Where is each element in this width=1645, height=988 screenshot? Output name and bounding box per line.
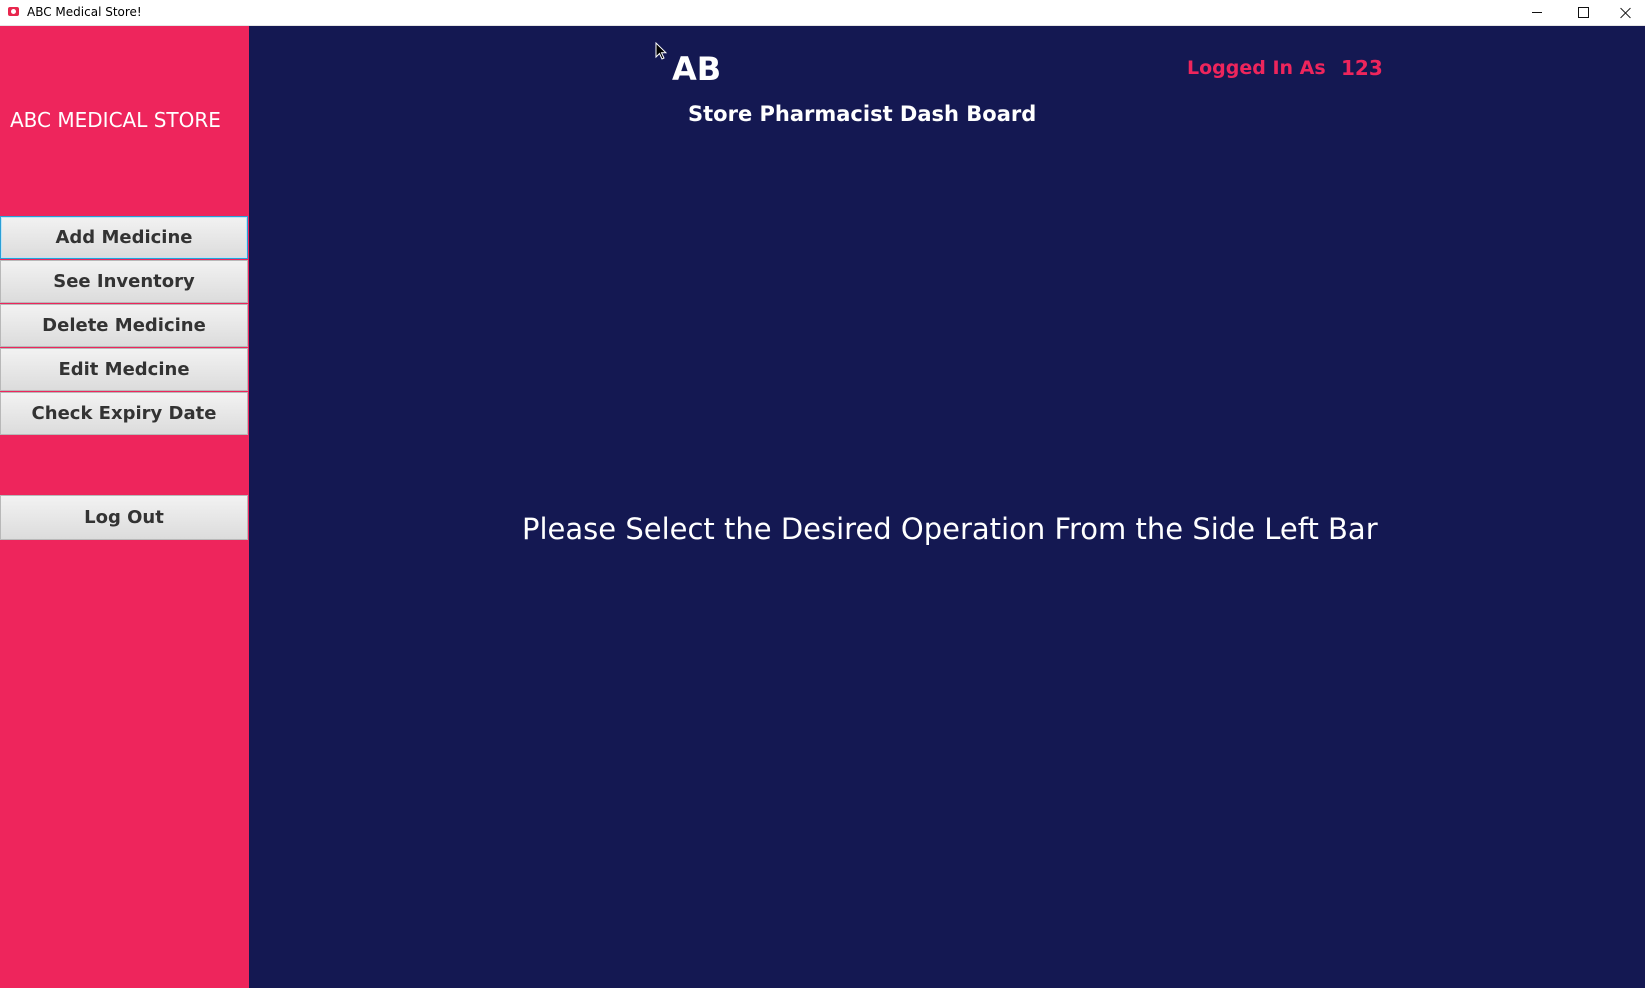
minimize-button[interactable] xyxy=(1514,0,1560,25)
app-icon xyxy=(8,7,19,16)
title-bar[interactable]: ABC Medical Store! xyxy=(0,0,1645,26)
log-out-button[interactable]: Log Out xyxy=(0,495,248,540)
page-title: Store Pharmacist Dash Board xyxy=(688,102,1037,126)
close-icon xyxy=(1620,7,1632,19)
store-initials: AB xyxy=(672,50,722,88)
logged-in-user: 123 xyxy=(1341,56,1383,80)
maximize-icon xyxy=(1577,7,1589,18)
minimize-icon xyxy=(1532,12,1542,13)
edit-medicine-button[interactable]: Edit Medcine xyxy=(0,348,248,391)
logged-in-label: Logged In As xyxy=(1187,57,1326,79)
maximize-button[interactable] xyxy=(1560,0,1606,25)
see-inventory-button[interactable]: See Inventory xyxy=(0,260,248,303)
close-button[interactable] xyxy=(1606,0,1645,25)
window-title: ABC Medical Store! xyxy=(27,5,142,19)
sidebar: ABC MEDICAL STORE Add Medicine See Inven… xyxy=(0,26,249,988)
delete-medicine-button[interactable]: Delete Medicine xyxy=(0,304,248,347)
add-medicine-button[interactable]: Add Medicine xyxy=(0,216,248,259)
brand-label: ABC MEDICAL STORE xyxy=(10,108,221,132)
check-expiry-date-button[interactable]: Check Expiry Date xyxy=(0,392,248,435)
main-panel: AB Store Pharmacist Dash Board Logged In… xyxy=(249,26,1645,988)
app-window: ABC Medical Store! ABC MEDICAL STORE Add… xyxy=(0,0,1645,988)
instruction-message: Please Select the Desired Operation From… xyxy=(522,512,1378,546)
